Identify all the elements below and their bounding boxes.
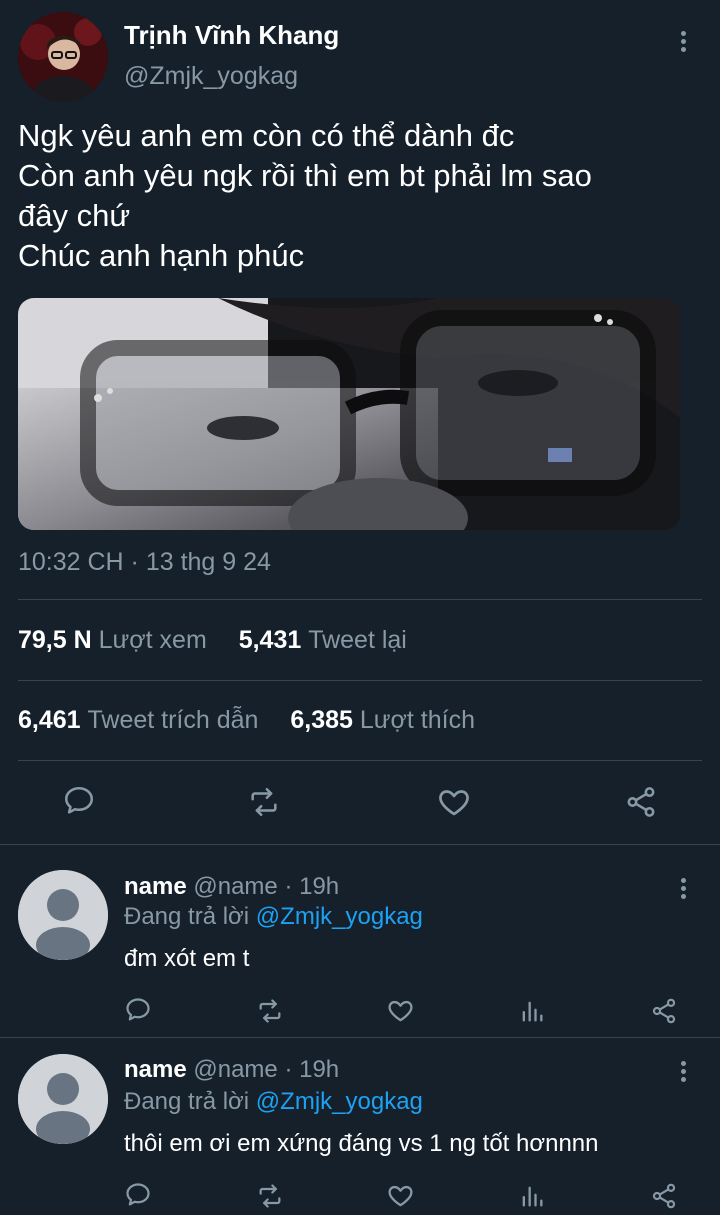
reply-text: thôi em ơi em xứng đáng vs 1 ng tốt hơnn… — [124, 1130, 599, 1157]
retweets-count: 5,431 — [238, 626, 302, 654]
likes-stat[interactable]: 6,385 Lượt thích — [290, 706, 475, 734]
reply-avatar[interactable] — [18, 1054, 108, 1144]
stats-row-views-retweets: 79,5 N Lượt xem 5,431 Tweet lại — [18, 626, 407, 655]
tweet-text-line: Chúc anh hạnh phúc — [18, 238, 305, 273]
replying-to: Đang trả lời @Zmjk_yogkag — [124, 1088, 423, 1116]
reply-author-handle[interactable]: @name — [193, 873, 277, 900]
divider — [18, 680, 702, 681]
replying-to: Đang trả lời @Zmjk_yogkag — [124, 903, 423, 931]
like-icon[interactable] — [436, 784, 472, 825]
replying-to-prefix: Đang trả lời — [124, 903, 250, 930]
author-avatar[interactable] — [18, 12, 108, 102]
reply-author-name[interactable]: name — [124, 1056, 187, 1083]
retweets-stat[interactable]: 5,431 Tweet lại — [239, 626, 407, 654]
reply-item[interactable]: name @name · 19h Đang trả lời @Zmjk_yogk… — [0, 845, 720, 1037]
retweet-icon[interactable] — [247, 785, 281, 824]
tweet-text-line: Còn anh yêu ngk rồi thì em bt phải lm sa… — [18, 158, 592, 193]
reply-icon[interactable] — [124, 996, 152, 1029]
replying-to-handle[interactable]: @Zmjk_yogkag — [256, 903, 423, 930]
share-icon[interactable] — [650, 1182, 678, 1215]
quotes-stat[interactable]: 6,461 Tweet trích dẫn — [18, 706, 258, 734]
replying-to-handle[interactable]: @Zmjk_yogkag — [256, 1088, 423, 1115]
more-options-icon[interactable] — [671, 875, 695, 903]
author-handle[interactable]: @Zmjk_yogkag — [124, 62, 298, 91]
divider — [18, 760, 702, 761]
reply-time: · 19h — [284, 1056, 340, 1083]
likes-count: 6,385 — [290, 706, 353, 734]
tweet-photo[interactable] — [18, 298, 680, 530]
divider — [18, 599, 702, 600]
retweets-label: Tweet lại — [308, 626, 407, 654]
analytics-icon[interactable] — [518, 997, 546, 1030]
reply-header: name @name · 19h — [124, 873, 339, 901]
views-count: 79,5 N — [18, 626, 92, 654]
reply-text: đm xót em t — [124, 945, 250, 972]
retweet-icon[interactable] — [256, 997, 284, 1030]
reply-icon[interactable] — [124, 1181, 152, 1214]
more-options-icon[interactable] — [671, 1058, 695, 1086]
share-icon[interactable] — [650, 997, 678, 1030]
quotes-label: Tweet trích dẫn — [87, 706, 259, 734]
stats-row-quotes-likes: 6,461 Tweet trích dẫn 6,385 Lượt thích — [18, 706, 475, 735]
views-stat[interactable]: 79,5 N Lượt xem — [18, 626, 207, 654]
like-icon[interactable] — [386, 1181, 415, 1215]
reply-time: · 19h — [284, 873, 340, 900]
reply-item[interactable]: name @name · 19h Đang trả lời @Zmjk_yogk… — [0, 1038, 720, 1215]
analytics-icon[interactable] — [518, 1182, 546, 1215]
replying-to-prefix: Đang trả lời — [124, 1088, 250, 1115]
reply-author-handle[interactable]: @name — [193, 1056, 277, 1083]
reply-header: name @name · 19h — [124, 1056, 339, 1084]
more-options-icon[interactable] — [671, 28, 695, 56]
reply-avatar[interactable] — [18, 870, 108, 960]
likes-label: Lượt thích — [359, 706, 475, 734]
tweet-text: Ngk yêu anh em còn có thể dành đc Còn an… — [18, 116, 592, 276]
tweet-text-line: Ngk yêu anh em còn có thể dành đc — [18, 118, 515, 153]
reply-icon[interactable] — [62, 784, 96, 823]
views-label: Lượt xem — [98, 626, 207, 654]
retweet-icon[interactable] — [256, 1182, 284, 1215]
tweet-timestamp[interactable]: 10:32 CH · 13 thg 9 24 — [18, 548, 271, 577]
reply-author-name[interactable]: name — [124, 873, 187, 900]
share-icon[interactable] — [624, 785, 658, 824]
quotes-count: 6,461 — [18, 706, 81, 734]
tweet-text-line: đây chứ — [18, 198, 131, 233]
author-name[interactable]: Trịnh Vĩnh Khang — [124, 20, 339, 51]
like-icon[interactable] — [386, 996, 415, 1030]
